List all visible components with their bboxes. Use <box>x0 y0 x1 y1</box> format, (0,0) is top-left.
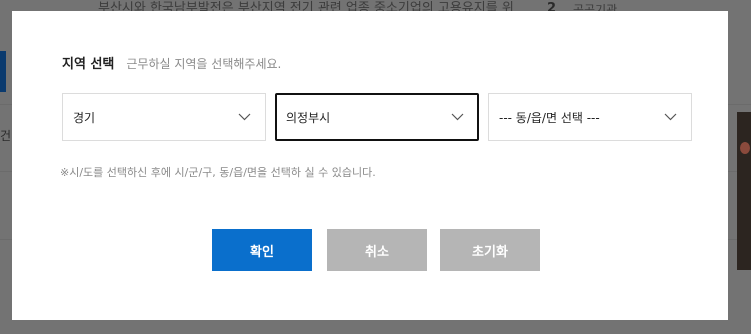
chevron-down-icon <box>237 110 251 124</box>
modal-subtitle: 근무하실 지역을 선택해주세요. <box>126 57 282 71</box>
region-select-modal: 지역 선택 근무하실 지역을 선택해주세요. 경기 의정부시 --- 동/읍/면… <box>12 11 728 320</box>
city-select[interactable]: 의정부시 <box>275 93 479 141</box>
town-select[interactable]: --- 동/읍/면 선택 --- <box>488 93 692 141</box>
modal-title: 지역 선택 <box>62 57 115 72</box>
town-select-value: --- 동/읍/면 선택 --- <box>499 110 600 125</box>
confirm-button[interactable]: 확인 <box>212 229 312 271</box>
province-select[interactable]: 경기 <box>62 93 266 141</box>
province-select-value: 경기 <box>73 110 96 125</box>
chevron-down-icon <box>663 110 677 124</box>
background-blue-tab <box>0 51 6 92</box>
background-thumbnail <box>737 112 751 270</box>
chevron-down-icon <box>450 110 464 124</box>
reset-button[interactable]: 초기화 <box>440 229 540 271</box>
modal-header: 지역 선택 근무하실 지역을 선택해주세요. <box>62 53 281 72</box>
help-text: ※시/도를 선택하신 후에 시/군/구, 동/읍/면을 선택하 실 수 있습니다… <box>60 166 376 179</box>
cancel-button[interactable]: 취소 <box>327 229 427 271</box>
background-side-text: 건 <box>0 129 12 143</box>
city-select-value: 의정부시 <box>286 110 331 125</box>
